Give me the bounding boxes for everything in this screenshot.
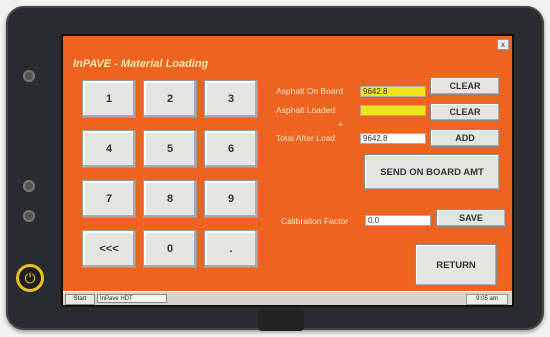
asphalt-on-board-label: Asphalt On Board (276, 86, 344, 96)
taskbar-clock: 9:05 am (466, 294, 508, 305)
key-decimal[interactable]: . (204, 230, 258, 268)
clear-loaded-button[interactable]: CLEAR (430, 103, 500, 121)
key-0[interactable]: 0 (143, 230, 197, 268)
asphalt-on-board-field[interactable]: 9642.8 (360, 86, 426, 97)
app-title: InPAVE - Material Loading (73, 58, 209, 70)
send-on-board-amt-button[interactable]: SEND ON BOARD AMT (364, 154, 500, 190)
key-9[interactable]: 9 (204, 180, 258, 218)
total-after-load-label: Total After Load (276, 133, 336, 143)
device-stand (258, 309, 304, 331)
key-7[interactable]: 7 (82, 180, 136, 218)
bezel-camera-icon (23, 70, 35, 82)
calibration-factor-label: Calibration Factor (281, 216, 349, 226)
bezel-button-2[interactable] (23, 210, 35, 222)
power-icon: ⏻ (24, 270, 36, 286)
asphalt-loaded-field[interactable] (360, 105, 426, 116)
start-button[interactable]: Start (65, 294, 95, 305)
titlebar: x (63, 36, 512, 54)
key-6[interactable]: 6 (204, 130, 258, 168)
close-icon[interactable]: x (497, 39, 509, 50)
save-button[interactable]: SAVE (436, 209, 506, 227)
key-1[interactable]: 1 (82, 80, 136, 118)
key-8[interactable]: 8 (143, 180, 197, 218)
backspace-key[interactable]: <<< (82, 230, 136, 268)
key-3[interactable]: 3 (204, 80, 258, 118)
key-2[interactable]: 2 (143, 80, 197, 118)
total-after-load-field: 9642.8 (360, 133, 426, 144)
plus-sign: + (338, 119, 343, 129)
key-4[interactable]: 4 (82, 130, 136, 168)
return-button[interactable]: RETURN (415, 244, 497, 286)
screen: x InPAVE - Material Loading 1 2 3 4 5 6 … (61, 34, 514, 307)
key-5[interactable]: 5 (143, 130, 197, 168)
tablet-device: ⏻ x InPAVE - Material Loading 1 2 3 4 5 … (6, 6, 544, 331)
asphalt-loaded-label: Asphalt Loaded (276, 105, 336, 115)
clear-on-board-button[interactable]: CLEAR (430, 77, 500, 95)
add-button[interactable]: ADD (430, 129, 500, 147)
bezel-button-1[interactable] (23, 180, 35, 192)
calibration-factor-field[interactable]: 0.0 (365, 215, 431, 226)
taskbar: Start InPave HDT 9:05 am (63, 291, 512, 305)
power-button[interactable]: ⏻ (16, 264, 44, 292)
taskbar-app-item[interactable]: InPave HDT (97, 294, 167, 303)
